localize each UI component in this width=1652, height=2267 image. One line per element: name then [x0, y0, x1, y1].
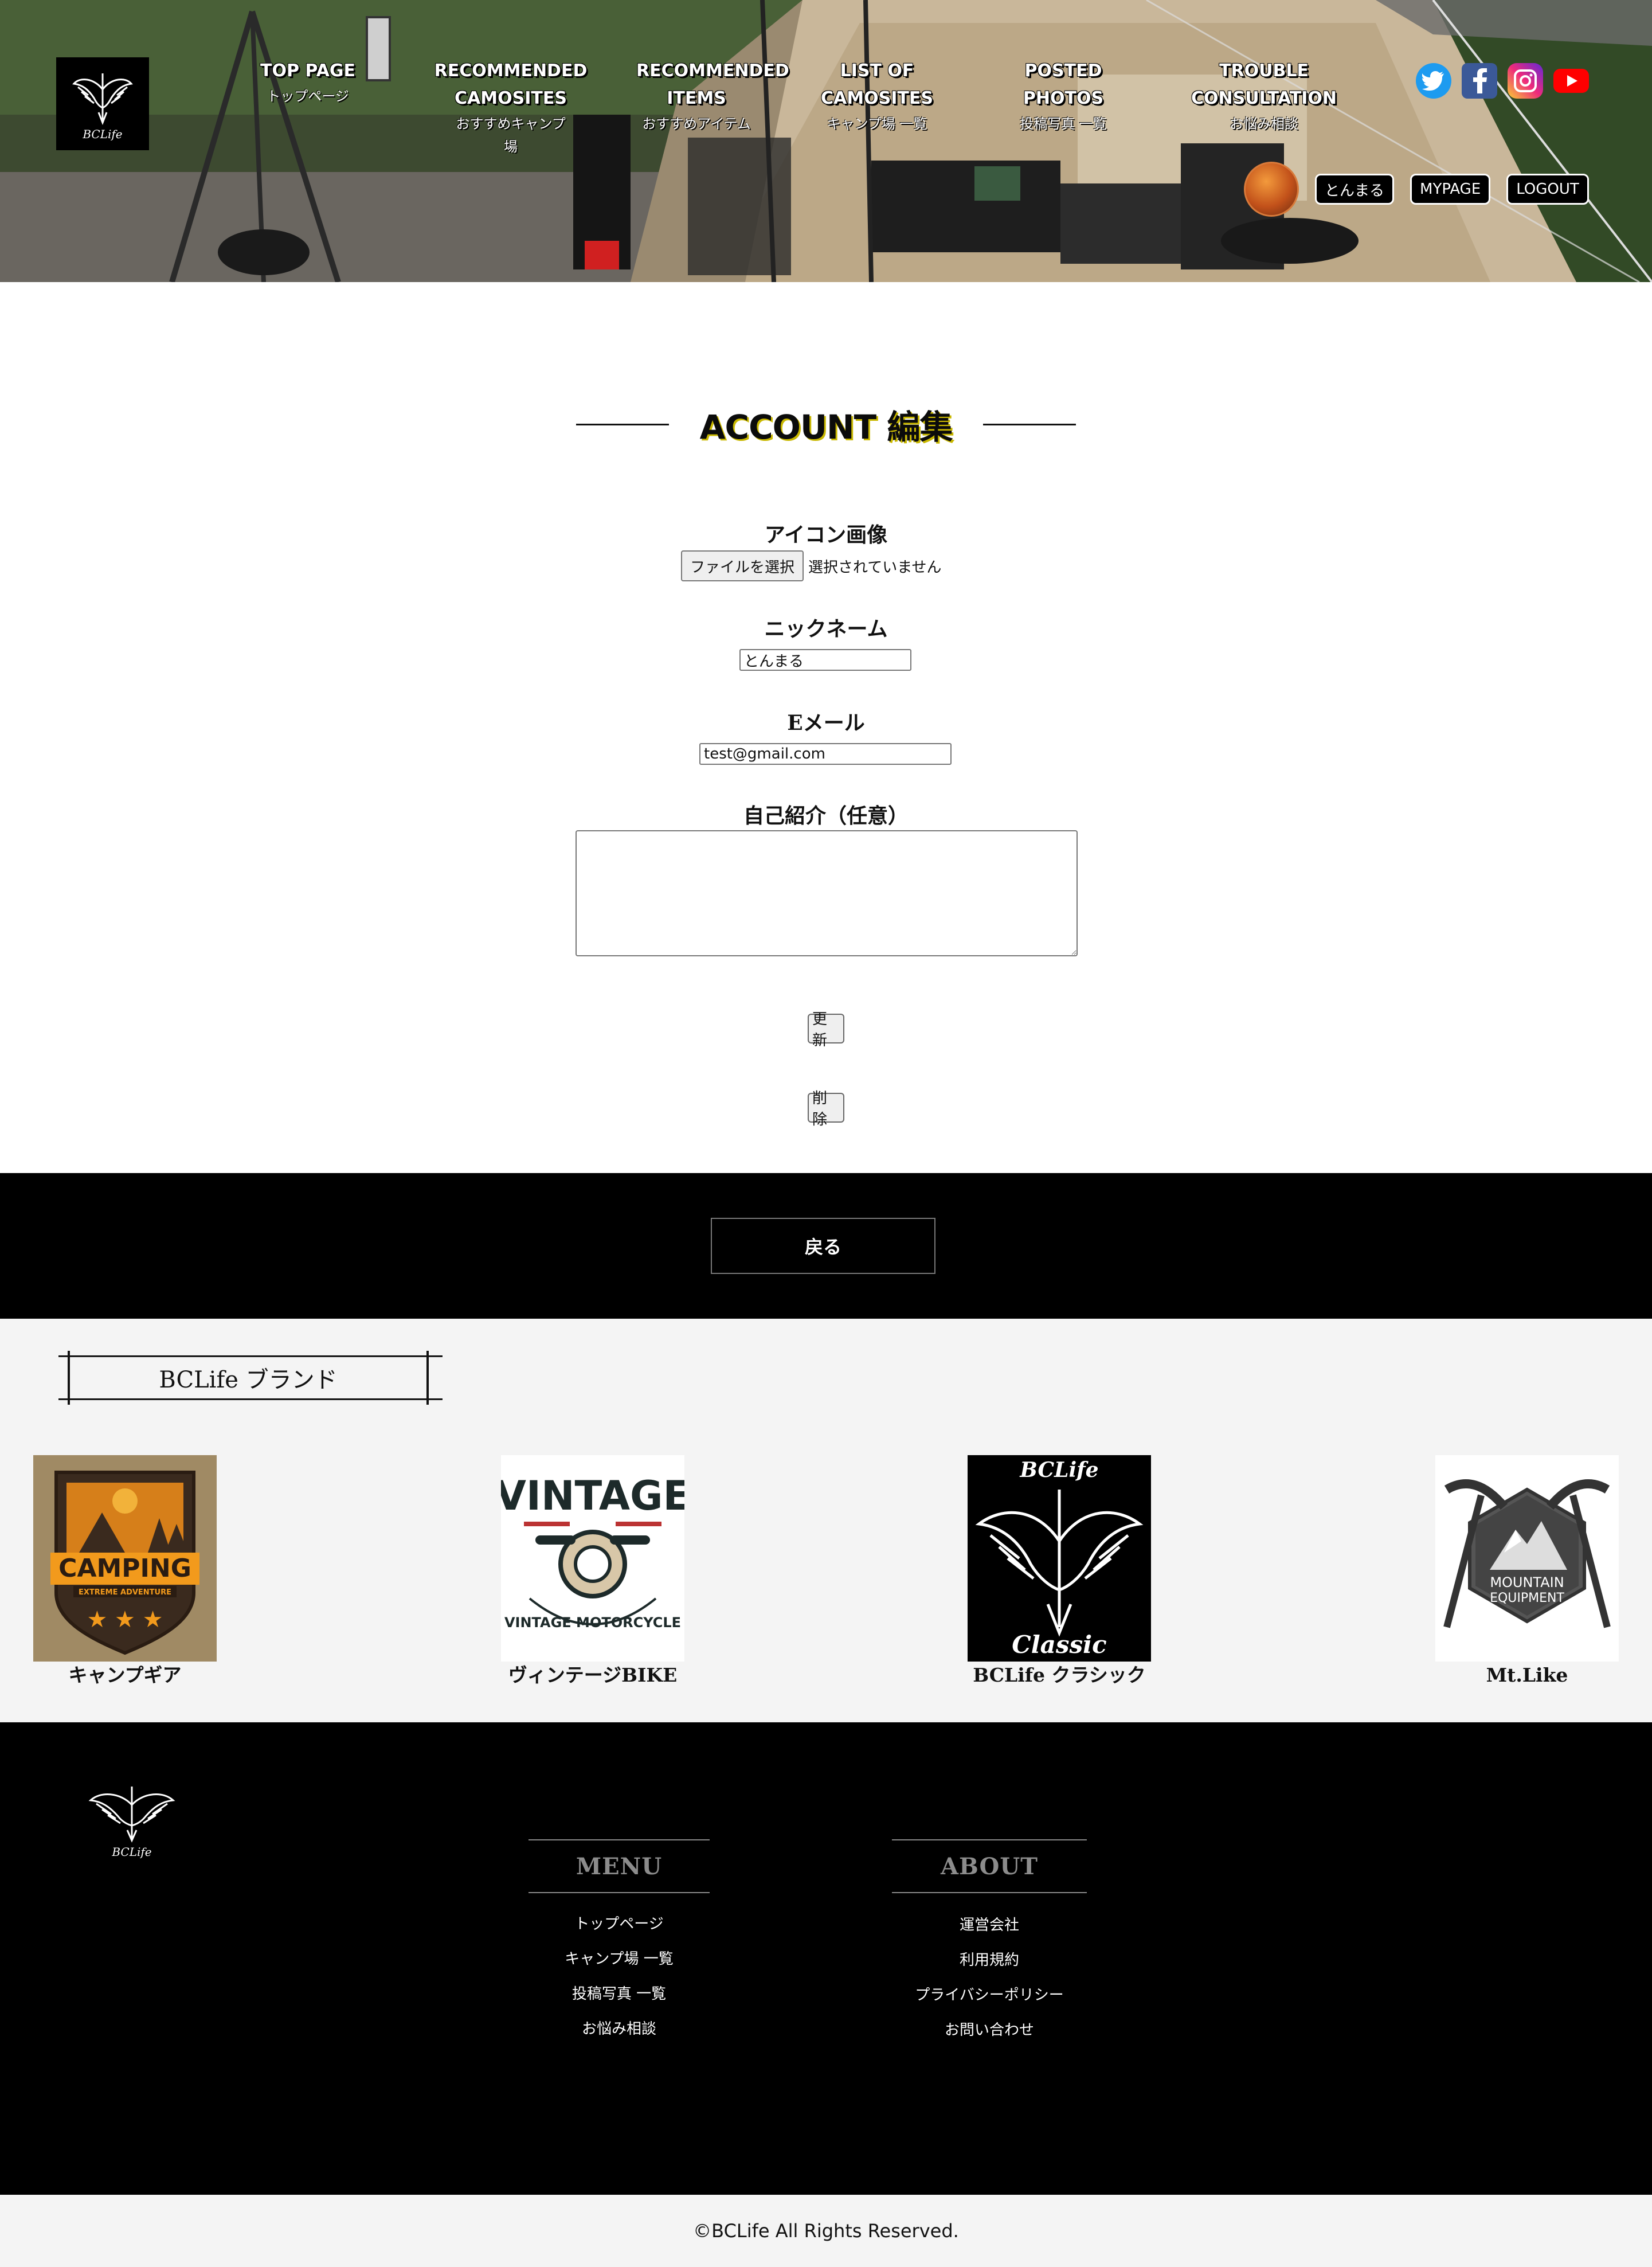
svg-text:BCLife: BCLife: [1019, 1458, 1098, 1482]
footer-about-heading: ABOUT: [892, 1839, 1087, 1893]
nickname-field[interactable]: [739, 649, 911, 671]
back-button[interactable]: 戻る: [711, 1218, 935, 1274]
title-divider-right: [983, 423, 1076, 425]
footer-logo-text: BCLife: [112, 1845, 152, 1859]
mypage-button[interactable]: MYPAGE: [1410, 174, 1491, 205]
nav-item-label-en: POSTED PHOTOS: [1023, 61, 1104, 108]
footer-logo[interactable]: BCLife: [86, 1782, 178, 1868]
bio-textarea[interactable]: [576, 830, 1078, 956]
svg-text:VINTAGE: VINTAGE: [501, 1472, 684, 1519]
page-title-wrap: ACCOUNT 編集: [0, 401, 1652, 447]
brand-name: BCLife クラシック: [973, 1664, 1146, 1686]
nav-item-top-page[interactable]: TOP PAGE トップページ: [248, 57, 368, 108]
icon-image-label: アイコン画像: [764, 523, 888, 547]
update-button[interactable]: 更新: [808, 1011, 844, 1049]
footer-link-contact[interactable]: お問い合わせ: [892, 2013, 1087, 2048]
nickname-button[interactable]: とんまる: [1315, 174, 1395, 205]
mountain-equipment-logo-image: MOUNTAIN EQUIPMENT: [1435, 1455, 1619, 1662]
footer-link-company[interactable]: 運営会社: [892, 1908, 1087, 1943]
nav-item-label-jp: お悩み相談: [1230, 116, 1298, 132]
nav-item-label-en: RECOMMENDED CAMOSITES: [434, 61, 588, 108]
twitter-icon[interactable]: [1416, 63, 1451, 99]
email-field[interactable]: [699, 743, 952, 765]
camping-logo-image: CAMPING EXTREME ADVENTURE ★ ★ ★: [33, 1455, 217, 1662]
main-nav: TOP PAGE トップページ RECOMMENDED CAMOSITES おす…: [0, 57, 1652, 172]
svg-text:Classic: Classic: [1012, 1631, 1106, 1659]
brand-card-camping[interactable]: CAMPING EXTREME ADVENTURE ★ ★ ★ キャンプギア: [33, 1455, 217, 1687]
bio-label: 自己紹介（任意）: [743, 804, 909, 828]
footer-link-terms[interactable]: 利用規約: [892, 1943, 1087, 1978]
svg-text:EXTREME ADVENTURE: EXTREME ADVENTURE: [79, 1588, 171, 1597]
logout-button[interactable]: LOGOUT: [1506, 174, 1589, 205]
brands-section: BCLife ブランド CAMPING EXTREME ADVENTURE ★ …: [0, 1319, 1652, 1722]
choose-file-button[interactable]: ファイルを選択: [681, 550, 804, 581]
footer-link-posted-photos[interactable]: 投稿写真 一覧: [529, 1977, 710, 2012]
brand-card-bclife-classic[interactable]: BCLife Classic BCLife クラシック: [968, 1455, 1151, 1687]
vintage-logo-image: VINTAGE VINTAGE MOTORCYCLE: [501, 1455, 684, 1662]
nav-item-label-jp: 投稿写真 一覧: [1020, 116, 1107, 132]
email-label: Eメール: [787, 711, 865, 735]
svg-text:VINTAGE MOTORCYCLE: VINTAGE MOTORCYCLE: [504, 1615, 681, 1631]
brands-heading: BCLife ブランド: [58, 1351, 443, 1405]
brand-name: ヴィンテージBIKE: [508, 1664, 678, 1686]
nav-item-label-jp: キャンプ場 一覧: [827, 116, 927, 132]
youtube-icon[interactable]: [1553, 63, 1589, 99]
bird-logo-icon: [88, 1787, 175, 1843]
header-hero: BCLife TOP PAGE トップページ RECOMMENDED CAMOS…: [0, 0, 1652, 282]
nav-item-recommended-campsites[interactable]: RECOMMENDED CAMOSITES おすすめキャンプ場: [428, 57, 594, 158]
svg-text:★ ★ ★: ★ ★ ★: [87, 1607, 163, 1633]
nav-item-label-en: RECOMMENDED ITEMS: [636, 61, 789, 108]
footer-about-column: ABOUT 運営会社 利用規約 プライバシーポリシー お問い合わせ: [892, 1839, 1087, 2048]
brand-card-mt-like[interactable]: MOUNTAIN EQUIPMENT Mt.Like: [1435, 1455, 1619, 1687]
back-bar: 戻る: [0, 1173, 1652, 1319]
brand-name: キャンプギア: [68, 1664, 182, 1686]
file-status-text: 選択されていません: [808, 558, 942, 576]
nav-item-trouble-consultation[interactable]: TROUBLE CONSULTATION お悩み相談: [1187, 57, 1341, 135]
copyright: ©BCLife All Rights Reserved.: [0, 2195, 1652, 2267]
footer-link-consultation[interactable]: お悩み相談: [529, 2012, 710, 2047]
title-divider-left: [576, 423, 669, 425]
nav-item-list-of-campsites[interactable]: LIST OF CAMOSITES キャンプ場 一覧: [808, 57, 946, 135]
avatar[interactable]: [1244, 162, 1299, 217]
bclife-classic-logo-image: BCLife Classic: [968, 1455, 1151, 1662]
user-menu: とんまる MYPAGE LOGOUT: [1244, 161, 1589, 218]
site-footer: BCLife MENU トップページ キャンプ場 一覧 投稿写真 一覧 お悩み相…: [0, 1722, 1652, 2195]
footer-link-campsite-list[interactable]: キャンプ場 一覧: [529, 1942, 710, 1977]
footer-link-top-page[interactable]: トップページ: [529, 1907, 710, 1942]
delete-button[interactable]: 削除: [808, 1090, 844, 1128]
nav-item-label-en: LIST OF CAMOSITES: [821, 61, 933, 108]
nav-item-label-en: TROUBLE CONSULTATION: [1191, 61, 1337, 108]
facebook-icon[interactable]: [1462, 63, 1497, 99]
icon-file-picker: ファイルを選択 選択されていません: [681, 550, 941, 581]
instagram-icon[interactable]: [1508, 63, 1543, 99]
svg-text:MOUNTAIN: MOUNTAIN: [1490, 1574, 1564, 1590]
nav-item-posted-photos[interactable]: POSTED PHOTOS 投稿写真 一覧: [1009, 57, 1118, 135]
nav-item-recommended-items[interactable]: RECOMMENDED ITEMS おすすめアイテム: [619, 57, 789, 135]
nav-item-label-jp: トップページ: [267, 88, 349, 104]
nickname-label: ニックネーム: [764, 617, 888, 641]
svg-text:EQUIPMENT: EQUIPMENT: [1490, 1591, 1564, 1605]
social-links: [1416, 63, 1589, 99]
brand-card-vintage[interactable]: VINTAGE VINTAGE MOTORCYCLE ヴィンテージBIKE: [501, 1455, 684, 1687]
brand-name: Mt.Like: [1486, 1664, 1568, 1686]
nav-item-label-jp: おすすめアイテム: [642, 116, 751, 132]
footer-menu-column: MENU トップページ キャンプ場 一覧 投稿写真 一覧 お悩み相談: [529, 1839, 710, 2047]
page-title: ACCOUNT 編集: [699, 408, 953, 447]
svg-text:CAMPING: CAMPING: [58, 1554, 191, 1583]
nav-item-label-jp: おすすめキャンプ場: [456, 116, 566, 155]
footer-link-privacy[interactable]: プライバシーポリシー: [892, 1978, 1087, 2013]
nav-item-label-en: TOP PAGE: [260, 61, 355, 81]
footer-menu-heading: MENU: [529, 1839, 710, 1893]
